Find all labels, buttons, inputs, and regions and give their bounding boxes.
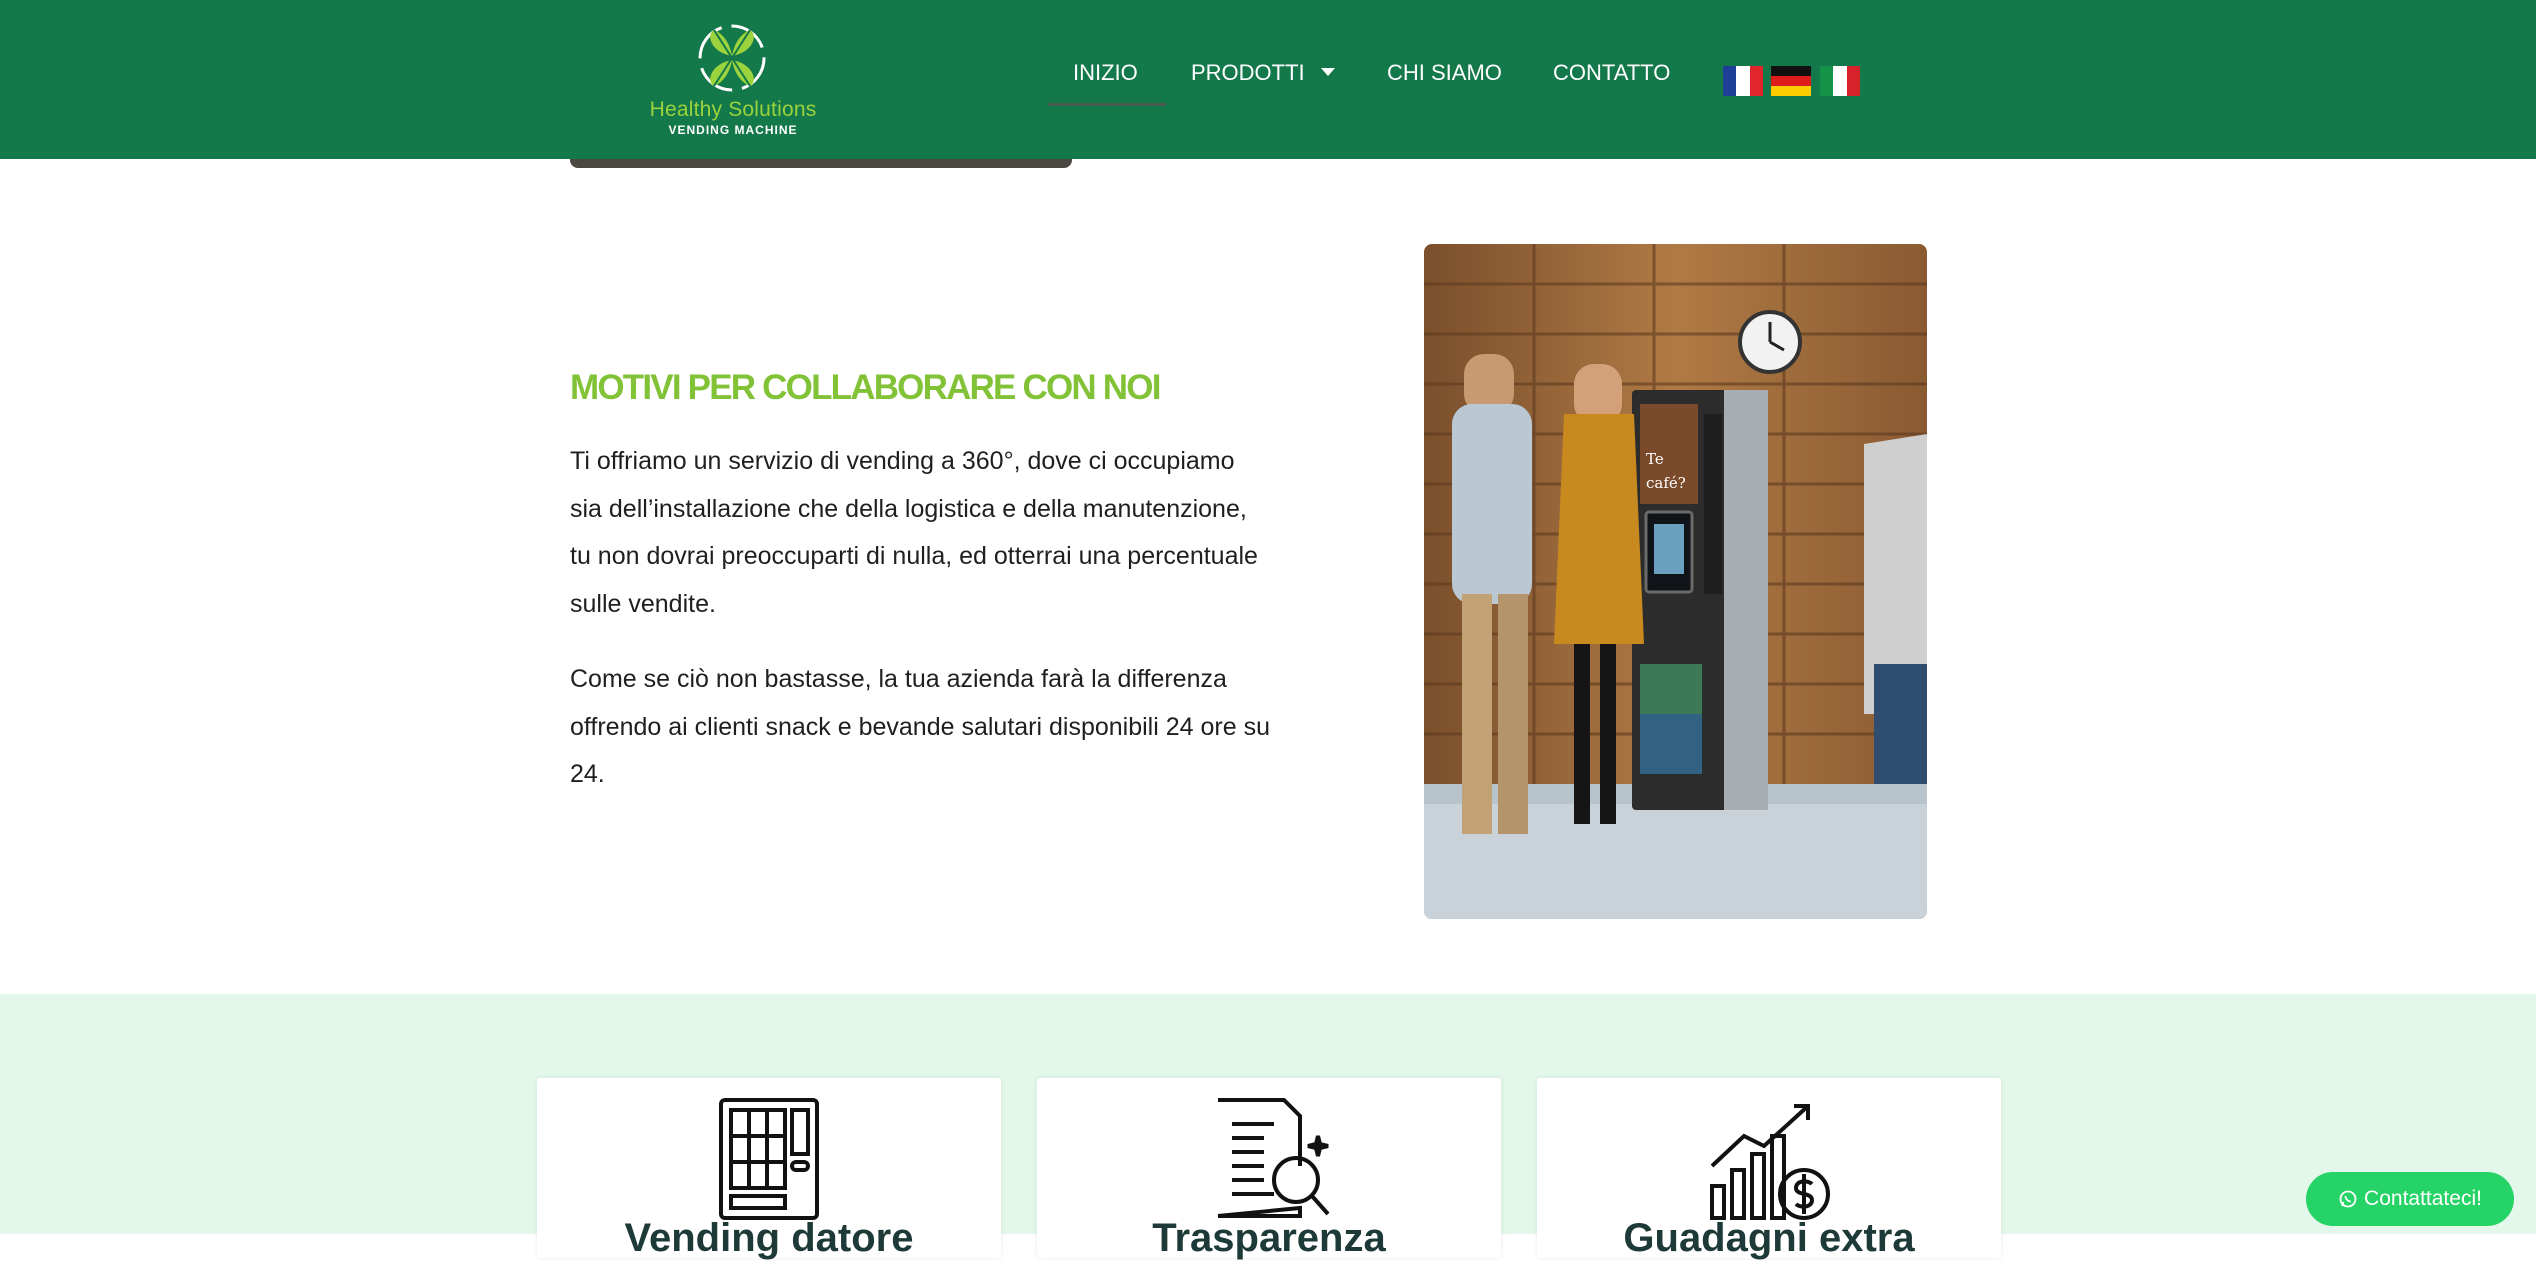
- logo-title: Healthy Solutions: [649, 98, 817, 121]
- vending-machine-icon: [719, 1098, 819, 1220]
- nav-item-prodotti[interactable]: PRODOTTI: [1191, 60, 1335, 86]
- whatsapp-contact-label: Contattateci!: [2364, 1187, 2482, 1210]
- leaf-logo-icon: [698, 24, 766, 92]
- logo-subtitle: VENDING MACHINE: [668, 123, 798, 137]
- nav-item-prodotti-label: PRODOTTI: [1191, 60, 1305, 85]
- feature-card-title: Vending datore: [624, 1216, 914, 1260]
- feature-card-transparency: Trasparenza: [1037, 1078, 1501, 1260]
- section-paragraph-1: Ti offriamo un servizio di vending a 360…: [570, 447, 1258, 618]
- whatsapp-contact-button[interactable]: Contattateci!: [2306, 1172, 2514, 1226]
- svg-text:café?: café?: [1646, 474, 1686, 492]
- feature-card-title: Trasparenza: [1152, 1216, 1386, 1260]
- section-heading: MOTIVI PER COLLABORARE CON NOI: [570, 368, 1161, 407]
- flag-germany-icon[interactable]: [1771, 66, 1811, 96]
- feature-card-earnings: Guadagni extra: [1537, 1078, 2001, 1260]
- machine-text: Te: [1646, 450, 1664, 468]
- feature-card-vending: Vending datore: [537, 1078, 1001, 1260]
- section-paragraph-2: Come se ciò non bastasse, la tua azienda…: [570, 665, 1270, 788]
- growth-chart-dollar-icon: [1710, 1104, 1830, 1220]
- nav-item-contatto[interactable]: CONTATTO: [1553, 60, 1670, 86]
- document-search-icon: [1217, 1098, 1330, 1218]
- chevron-down-icon: [1320, 68, 1335, 77]
- vending-machine-photo: Te café?: [1424, 244, 1927, 919]
- feature-card-title: Guadagni extra: [1623, 1216, 1915, 1260]
- nav-active-indicator: [1048, 103, 1166, 106]
- flag-italy-icon[interactable]: [1820, 66, 1860, 96]
- nav-item-chi-siamo[interactable]: CHI SIAMO: [1387, 60, 1502, 86]
- site-logo[interactable]: Healthy Solutions VENDING MACHINE: [648, 22, 818, 140]
- flag-france-icon[interactable]: [1723, 66, 1763, 96]
- site-header: Healthy Solutions VENDING MACHINE INIZIO…: [0, 0, 2536, 159]
- whatsapp-icon: [2339, 1190, 2357, 1208]
- nav-item-inizio[interactable]: INIZIO: [1073, 60, 1138, 86]
